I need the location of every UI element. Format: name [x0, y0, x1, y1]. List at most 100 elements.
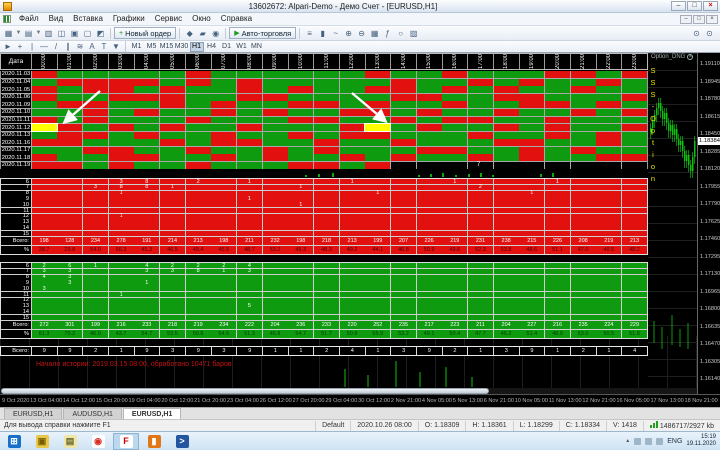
heatmap-cell [237, 139, 262, 146]
chart-tab-2[interactable]: EURUSD,H1 [123, 408, 181, 419]
fibonacci-tool[interactable]: ≋ [74, 41, 86, 52]
timeframe-d1[interactable]: D1 [220, 42, 234, 52]
line-chart-button[interactable]: ~ [329, 27, 342, 39]
data-window-button[interactable]: ◫ [55, 27, 68, 39]
timeframe-m15[interactable]: M15 [160, 42, 174, 52]
timeframe-h4[interactable]: H4 [205, 42, 219, 52]
timeframe-w1[interactable]: W1 [235, 42, 249, 52]
templates-button[interactable]: ▨ [407, 27, 420, 39]
chart-tab-1[interactable]: AUDUSD,H1 [63, 408, 121, 419]
totals-cell: 2 [82, 347, 108, 355]
mini-bar [318, 174, 320, 177]
timeframe-m5[interactable]: M5 [145, 42, 159, 52]
market-watch-button[interactable]: ▥ [42, 27, 55, 39]
orange-app[interactable]: ▮ [141, 433, 167, 450]
candlestick-chart-button[interactable]: ▮ [316, 27, 329, 39]
tray-icon-2[interactable] [645, 438, 652, 445]
autotrade-button[interactable]: ▶Авто-торговля [229, 27, 296, 39]
stat-cell [211, 280, 236, 285]
trendline-tool[interactable]: / [50, 41, 62, 52]
menu-item-1[interactable]: Вид [44, 13, 68, 25]
bar-chart-button[interactable]: ≡ [303, 27, 316, 39]
new-chart-button[interactable]: ▦ [2, 27, 15, 39]
chrome-browser[interactable]: ◉ [85, 433, 111, 450]
heatmap-cell [417, 86, 442, 93]
tray-icon-1[interactable] [634, 438, 641, 445]
channel-tool[interactable]: ∥ [62, 41, 74, 52]
new-order-button[interactable]: +Новый ордер [114, 27, 176, 39]
zoom-out-button[interactable]: ⊖ [355, 27, 368, 39]
stat-cell [391, 185, 416, 190]
vertical-line-tool[interactable]: | [26, 41, 38, 52]
stat-cell [340, 191, 365, 196]
timeframe-m30[interactable]: M30 [175, 42, 189, 52]
heatmap-cell [365, 132, 390, 139]
strategy-tester-button[interactable]: ◩ [94, 27, 107, 39]
chart-tab-0[interactable]: EURUSD,H1 [4, 408, 62, 419]
stat-cell [494, 292, 519, 297]
stat-cell [340, 214, 365, 219]
start-button[interactable]: ⊞ [1, 433, 27, 450]
terminal-button[interactable]: ▢ [81, 27, 94, 39]
child-restore-button[interactable]: □ [693, 15, 705, 24]
arrows-tool[interactable]: ▼ [110, 41, 122, 52]
menu-item-3[interactable]: Графики [108, 13, 150, 25]
stat-cell [340, 303, 365, 308]
close-button[interactable]: × [703, 1, 718, 11]
zoom-in-button[interactable]: ⊕ [342, 27, 355, 39]
menu-item-2[interactable]: Вставка [68, 13, 108, 25]
stat-cell [186, 292, 211, 297]
label-tool[interactable]: T [98, 41, 110, 52]
system-clock[interactable]: 15:19 19.11.2020 [686, 434, 716, 448]
stat-cell [494, 196, 519, 201]
menu-item-4[interactable]: Сервис [150, 13, 187, 25]
total-cell: 220 [340, 321, 365, 330]
tile-windows-button[interactable]: ▦ [368, 27, 381, 39]
tray-expand-icon[interactable]: ▲ [625, 438, 630, 444]
heatmap-cell [83, 132, 108, 139]
indicator-close-icon[interactable]: × [687, 54, 693, 60]
text-tool[interactable]: A [86, 41, 98, 52]
timeframe-mn[interactable]: MN [250, 42, 264, 52]
stat-cell [365, 263, 390, 268]
tray-icon-3[interactable] [656, 438, 663, 445]
timeframe-h1[interactable]: H1 [190, 42, 204, 52]
child-close-button[interactable]: × [706, 15, 718, 24]
cursor-tool[interactable]: ► [2, 41, 14, 52]
periods-button[interactable]: ○ [394, 27, 407, 39]
metaeditor-button[interactable]: ◆ [183, 27, 196, 39]
menu-item-0[interactable]: Файл [14, 13, 44, 25]
stat-cell [263, 231, 288, 236]
mt4-terminal[interactable]: F [113, 433, 139, 450]
child-minimize-button[interactable]: – [680, 15, 692, 24]
hour-label: 12:00 [349, 54, 355, 69]
minimize-button[interactable]: – [671, 1, 686, 11]
indicators-button[interactable]: ƒ [381, 27, 394, 39]
search-icon[interactable]: ⊙ [690, 27, 703, 39]
stat-cell [545, 208, 570, 213]
chart-dropdown[interactable]: ▼ [15, 27, 22, 39]
horizontal-line-tool[interactable]: — [38, 41, 50, 52]
crosshair-tool[interactable]: + [14, 41, 26, 52]
profiles-dropdown[interactable]: ▼ [35, 27, 42, 39]
price-scale[interactable]: 1.191101.189451.187801.186151.184501.182… [697, 53, 720, 394]
restore-button[interactable]: □ [687, 1, 702, 11]
profiles-button[interactable]: ▤ [22, 27, 35, 39]
language-indicator[interactable]: ENG [667, 438, 682, 445]
menu-item-6[interactable]: Справка [216, 13, 257, 25]
time-label: 15 Oct 20:00 [96, 398, 128, 404]
timeframe-m1[interactable]: M1 [130, 42, 144, 52]
time-axis[interactable]: 9 Oct 202013 Oct 04:0014 Oct 12:0015 Oct… [0, 394, 720, 407]
notepad-app[interactable]: ▤ [57, 433, 83, 450]
file-explorer[interactable]: ▣ [29, 433, 55, 450]
powershell-app[interactable]: > [169, 433, 195, 450]
navigator-button[interactable]: ▣ [68, 27, 81, 39]
help-button[interactable]: ◉ [209, 27, 222, 39]
stat-cell [160, 275, 185, 280]
options-button[interactable]: ▰ [196, 27, 209, 39]
total-cell: 213 [340, 237, 365, 246]
hour-label: 02:00 [93, 54, 99, 69]
search-assistant-icon[interactable]: ⊙ [703, 27, 716, 39]
menu-item-5[interactable]: Окно [187, 13, 216, 25]
heatmap-cell [288, 154, 313, 161]
